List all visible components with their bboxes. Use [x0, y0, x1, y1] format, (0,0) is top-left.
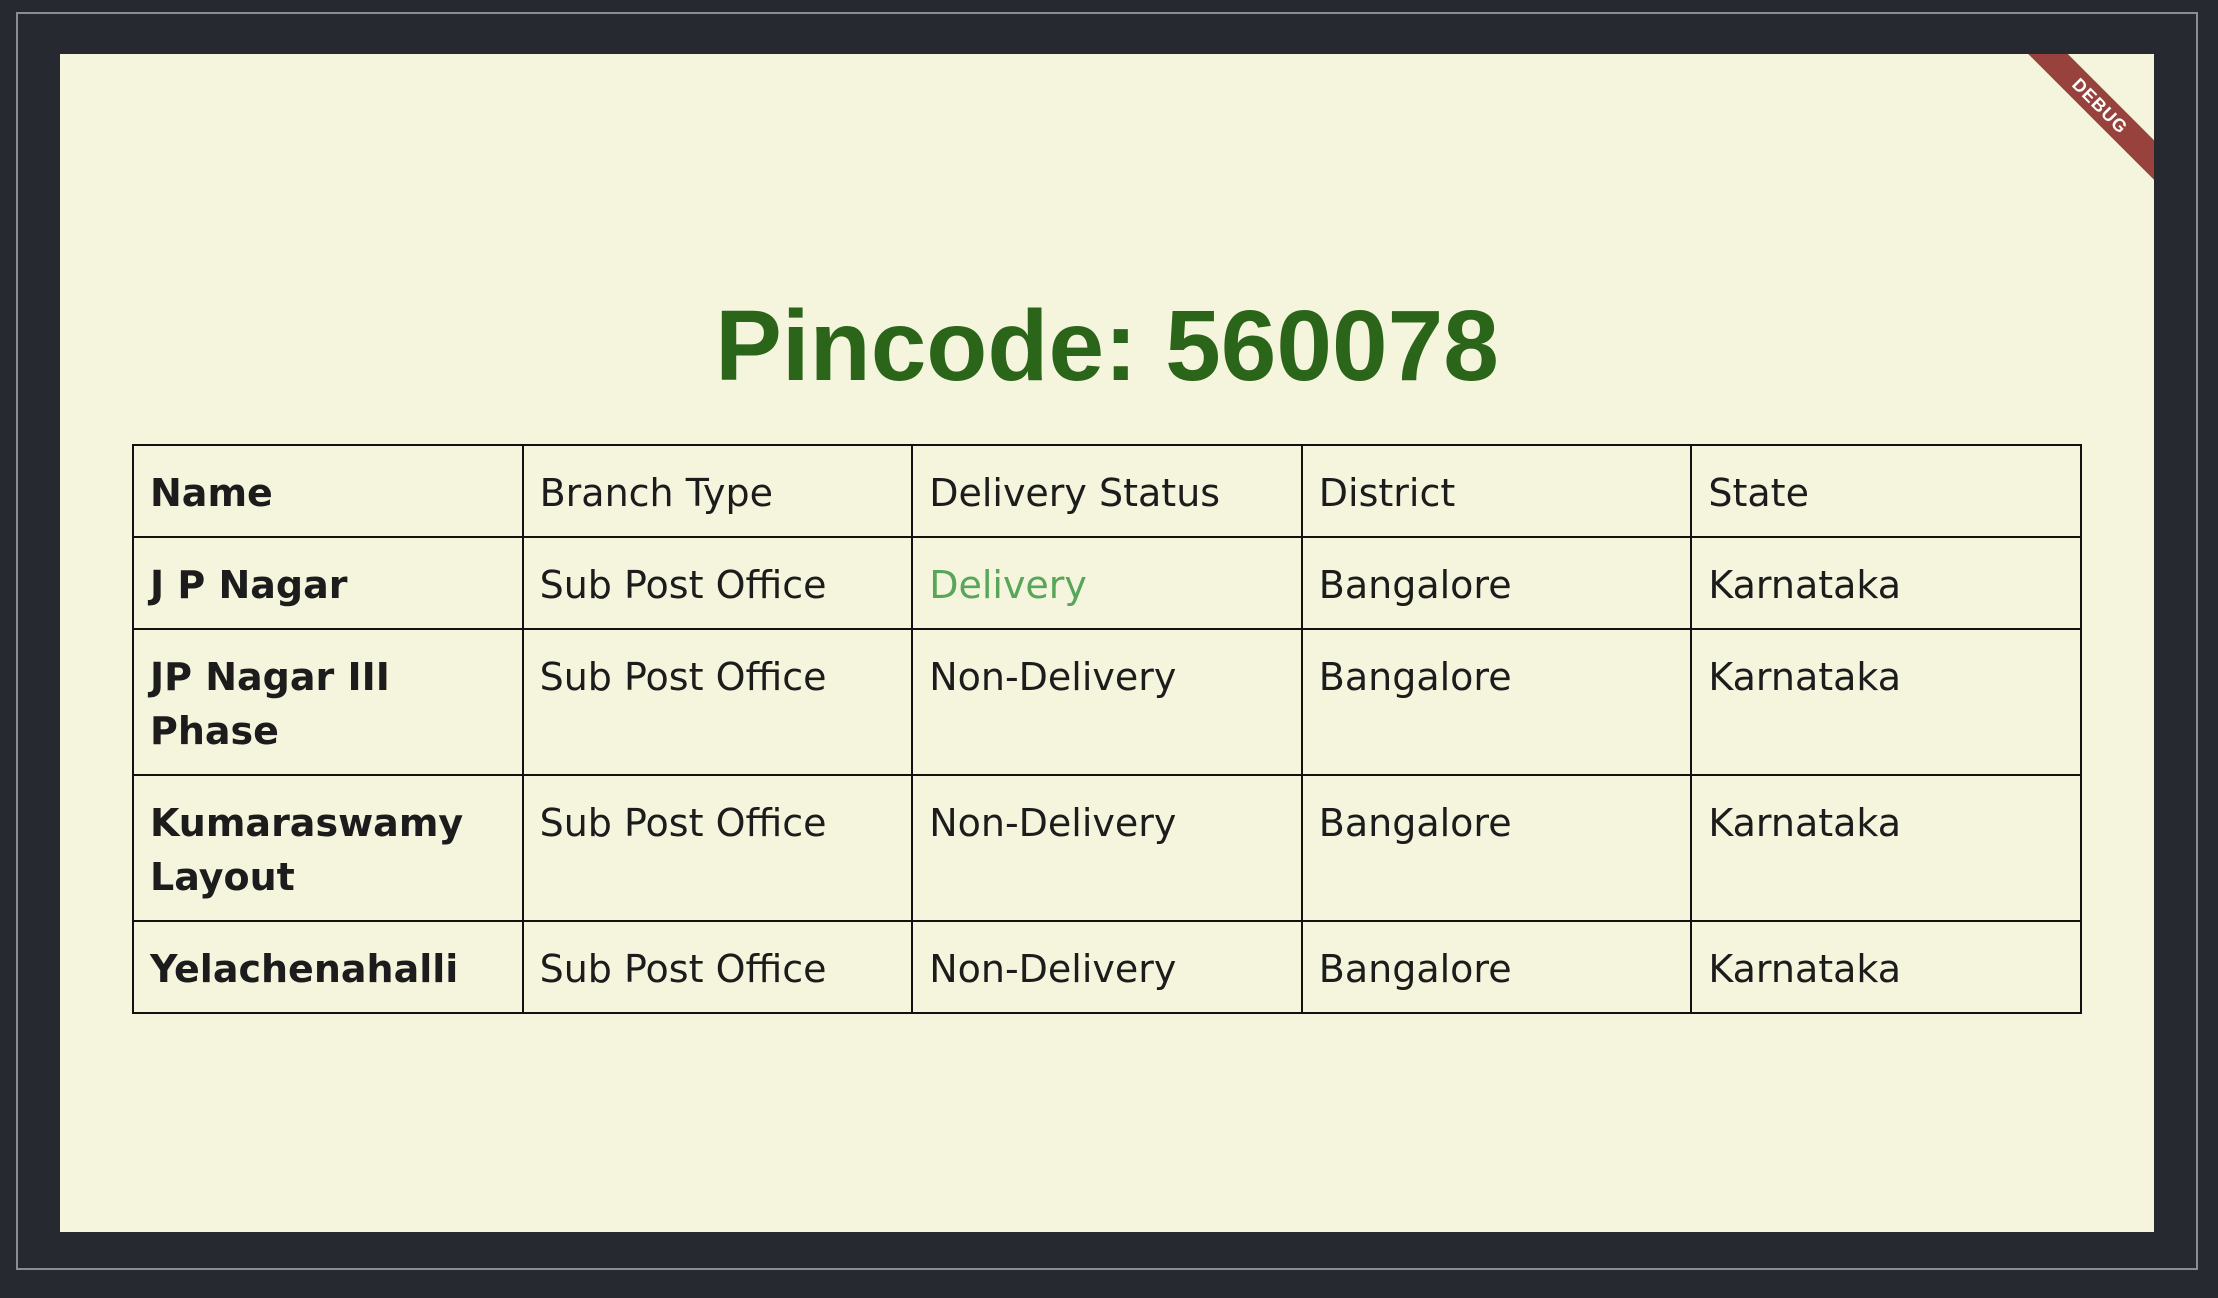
table-row: JP Nagar III Phase Sub Post Office Non-D…	[132, 628, 2082, 776]
cell-delivery-status: Non-Delivery	[911, 920, 1303, 1014]
cell-state: Karnataka	[1690, 628, 2082, 776]
cell-delivery-status: Non-Delivery	[911, 628, 1303, 776]
table-header-row: Name Branch Type Delivery Status Distric…	[132, 444, 2082, 538]
header-branch-type: Branch Type	[521, 444, 914, 538]
cell-district: Bangalore	[1300, 920, 1693, 1014]
cell-district: Bangalore	[1300, 536, 1693, 630]
cell-branch-type: Sub Post Office	[521, 628, 914, 776]
cell-name: Kumaraswamy Layout	[132, 774, 524, 922]
app-surface: DEBUG Pincode: 560078 Name Branch Type D…	[60, 54, 2154, 1232]
cell-delivery-status: Delivery	[911, 536, 1303, 630]
post-office-table: Name Branch Type Delivery Status Distric…	[132, 444, 2082, 1014]
cell-name: J P Nagar	[132, 536, 524, 630]
cell-district: Bangalore	[1300, 774, 1693, 922]
header-name: Name	[132, 444, 524, 538]
cell-branch-type: Sub Post Office	[521, 920, 914, 1014]
cell-state: Karnataka	[1690, 536, 2082, 630]
table-row: J P Nagar Sub Post Office Delivery Banga…	[132, 536, 2082, 630]
debug-banner: DEBUG	[2019, 54, 2154, 187]
table-row: Kumaraswamy Layout Sub Post Office Non-D…	[132, 774, 2082, 922]
header-state: State	[1690, 444, 2082, 538]
header-delivery-status: Delivery Status	[911, 444, 1303, 538]
page-title: Pincode: 560078	[715, 290, 1499, 402]
cell-branch-type: Sub Post Office	[521, 536, 914, 630]
cell-state: Karnataka	[1690, 774, 2082, 922]
cell-name: JP Nagar III Phase	[132, 628, 524, 776]
cell-name: Yelachenahalli	[132, 920, 524, 1014]
cell-district: Bangalore	[1300, 628, 1693, 776]
cell-delivery-status: Non-Delivery	[911, 774, 1303, 922]
table-row: Yelachenahalli Sub Post Office Non-Deliv…	[132, 920, 2082, 1014]
cell-state: Karnataka	[1690, 920, 2082, 1014]
header-district: District	[1300, 444, 1693, 538]
cell-branch-type: Sub Post Office	[521, 774, 914, 922]
